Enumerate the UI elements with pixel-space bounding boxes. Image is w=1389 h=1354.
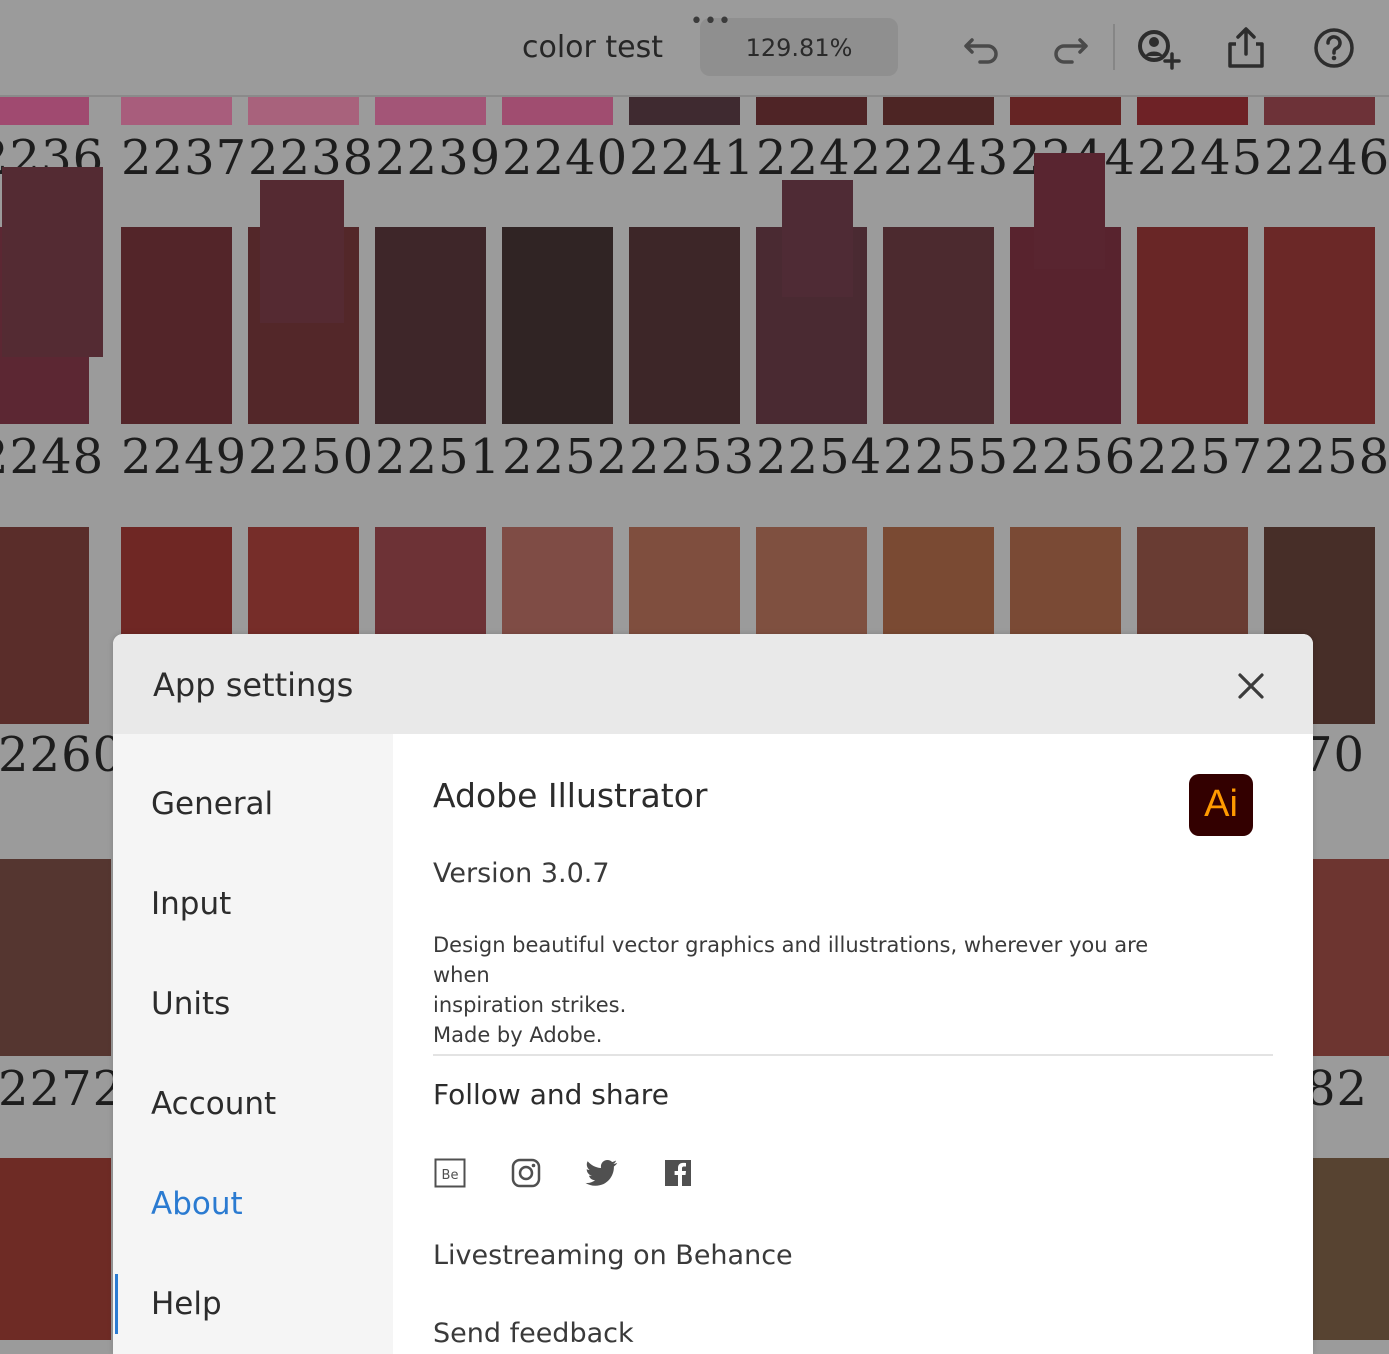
color-swatch[interactable] <box>248 97 359 125</box>
swatch-label: 2246 <box>1264 130 1389 186</box>
swatch-label: 2260 <box>0 727 125 783</box>
sidebar-item-help[interactable]: Help <box>151 1286 222 1322</box>
zoom-value: 129.81% <box>745 34 853 62</box>
swatch-label: 2272 <box>0 1061 125 1117</box>
color-swatch[interactable] <box>756 97 867 125</box>
color-swatch[interactable] <box>883 227 994 424</box>
color-swatch[interactable] <box>883 97 994 125</box>
instagram-icon[interactable] <box>509 1156 543 1190</box>
color-swatch[interactable] <box>629 97 740 125</box>
overlap-swatch[interactable] <box>782 180 853 297</box>
redo-icon[interactable] <box>1046 24 1094 72</box>
swatch-label: 2252 <box>502 429 629 485</box>
active-nav-indicator <box>115 1274 118 1334</box>
swatch-label: 2238 <box>248 130 375 186</box>
color-swatch[interactable] <box>629 227 740 424</box>
swatch-label: 2237 <box>121 130 248 186</box>
twitter-icon[interactable] <box>585 1156 619 1190</box>
color-swatch[interactable] <box>0 97 89 125</box>
color-swatch[interactable] <box>502 97 613 125</box>
illustrator-logo: Ai <box>1189 774 1253 836</box>
swatch-label: 82 <box>1305 1061 1369 1117</box>
swatch-label: 2249 <box>121 429 248 485</box>
behance-icon[interactable]: Be <box>433 1156 467 1190</box>
color-swatch[interactable] <box>375 97 486 125</box>
overlap-swatch[interactable] <box>1034 153 1105 269</box>
help-icon[interactable] <box>1310 24 1358 72</box>
more-options-icon[interactable]: ••• <box>690 11 732 33</box>
settings-sidebar: General Input Units Account About Help <box>113 734 393 1354</box>
color-swatch[interactable] <box>0 1158 111 1340</box>
overlap-swatch[interactable] <box>2 167 103 357</box>
swatch-label: 2254 <box>756 429 883 485</box>
swatch-label: 2256 <box>1010 429 1137 485</box>
invite-user-icon[interactable] <box>1134 24 1182 72</box>
close-icon[interactable] <box>1233 668 1269 704</box>
color-swatch[interactable] <box>1264 227 1375 424</box>
app-version: Version 3.0.7 <box>433 858 610 889</box>
facebook-icon[interactable] <box>661 1156 695 1190</box>
dialog-title: App settings <box>153 666 354 704</box>
sidebar-item-about[interactable]: About <box>151 1186 243 1222</box>
section-divider <box>433 1054 1273 1056</box>
about-panel: Adobe Illustrator Ai Version 3.0.7 Desig… <box>433 734 1273 1354</box>
livestream-behance-link[interactable]: Livestreaming on Behance <box>433 1240 793 1271</box>
color-swatch[interactable] <box>1010 97 1121 125</box>
color-swatch[interactable] <box>1313 859 1389 1056</box>
swatch-label: 2255 <box>883 429 1010 485</box>
follow-heading: Follow and share <box>433 1078 669 1111</box>
logo-text: Ai <box>1204 783 1238 825</box>
color-swatch[interactable] <box>121 97 232 125</box>
swatch-label: 2245 <box>1137 130 1264 186</box>
swatch-label: 2242 <box>756 130 883 186</box>
toolbar-divider <box>1113 24 1115 70</box>
swatch-label: 2241 <box>629 130 756 186</box>
swatch-label: 2251 <box>375 429 502 485</box>
swatch-label: 2239 <box>375 130 502 186</box>
swatch-label: 2250 <box>248 429 375 485</box>
color-swatch[interactable] <box>0 859 111 1056</box>
swatch-label: 2258 <box>1264 429 1389 485</box>
swatch-label: 2240 <box>502 130 629 186</box>
document-title[interactable]: color test <box>500 30 685 65</box>
description-line: Made by Adobe. <box>433 1023 603 1047</box>
description-line: inspiration strikes. <box>433 993 627 1017</box>
swatch-label: 2248 <box>0 429 105 485</box>
color-swatch[interactable] <box>0 527 89 724</box>
swatch-label: 2243 <box>883 130 1010 186</box>
app-name: Adobe Illustrator <box>433 776 708 815</box>
color-swatch[interactable] <box>375 227 486 424</box>
sidebar-item-input[interactable]: Input <box>151 886 231 922</box>
color-swatch[interactable] <box>1264 97 1375 125</box>
undo-icon[interactable] <box>958 24 1006 72</box>
app-description: Design beautiful vector graphics and ill… <box>433 930 1193 1050</box>
swatch-label: 2253 <box>629 429 756 485</box>
swatch-label: 2257 <box>1137 429 1264 485</box>
overlap-swatch[interactable] <box>260 180 344 323</box>
description-line: Design beautiful vector graphics and ill… <box>433 933 1149 987</box>
app-settings-dialog: App settings General Input Units Account… <box>113 634 1313 1354</box>
color-swatch[interactable] <box>502 227 613 424</box>
dialog-header: App settings <box>113 634 1313 734</box>
color-swatch[interactable] <box>1137 97 1248 125</box>
sidebar-item-units[interactable]: Units <box>151 986 230 1022</box>
send-feedback-link[interactable]: Send feedback <box>433 1318 634 1349</box>
color-swatch[interactable] <box>1313 1158 1389 1340</box>
color-swatch[interactable] <box>121 227 232 424</box>
svg-text:Be: Be <box>442 1168 459 1183</box>
color-swatch[interactable] <box>1137 227 1248 424</box>
share-icon[interactable] <box>1222 24 1270 72</box>
sidebar-item-general[interactable]: General <box>151 786 273 822</box>
top-toolbar: color test 129.81% ••• <box>0 0 1389 97</box>
sidebar-item-account[interactable]: Account <box>151 1086 276 1122</box>
